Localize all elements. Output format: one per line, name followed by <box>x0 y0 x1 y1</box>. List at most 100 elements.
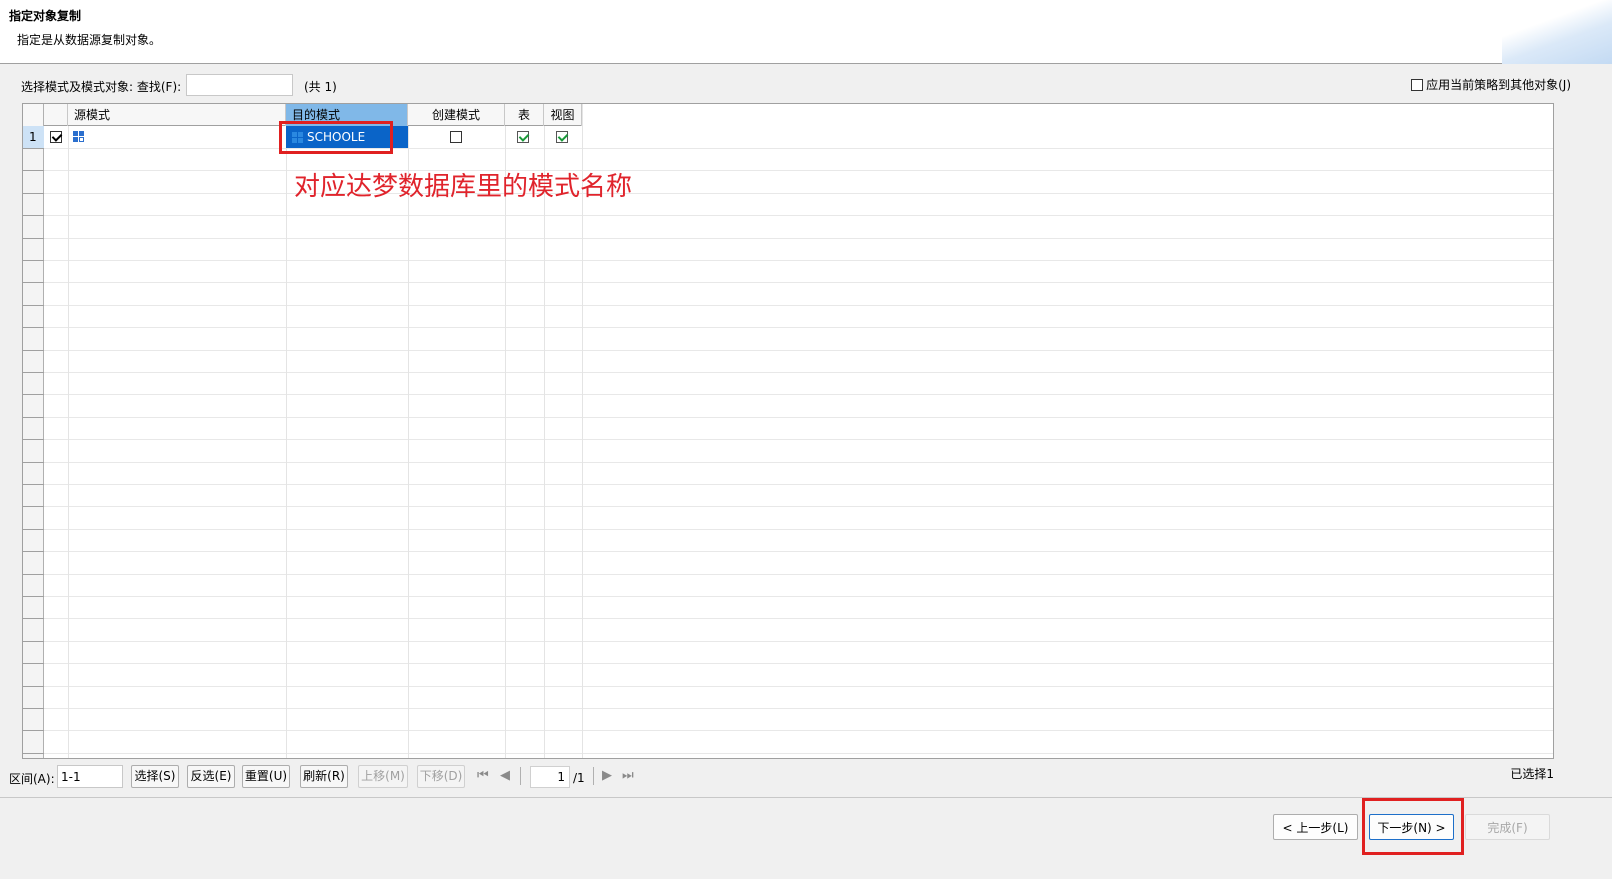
row-number-divider <box>23 484 44 485</box>
row-number-divider <box>23 439 44 440</box>
header-source-schema[interactable]: 源模式 <box>68 104 286 126</box>
invert-selection-button[interactable]: 反选(E) <box>187 765 235 788</box>
row-number-divider <box>23 551 44 552</box>
grid-row-line <box>23 663 1553 664</box>
selected-count: 已选择1 <box>1510 767 1554 781</box>
row-number-divider <box>23 529 44 530</box>
row-number-divider <box>23 372 44 373</box>
move-down-button[interactable]: 下移(D) <box>417 765 465 788</box>
row-number-divider <box>23 753 44 754</box>
grid-row-line <box>23 730 1553 731</box>
row-number-divider <box>23 260 44 261</box>
grid-row-line <box>23 238 1553 239</box>
row-number-divider <box>23 574 44 575</box>
filter-label: 选择模式及模式对象: 查找(F): <box>21 80 182 94</box>
grid-row-line <box>23 439 1553 440</box>
previous-step-button[interactable]: < 上一步(L) <box>1273 814 1358 840</box>
last-page-icon[interactable]: ⏭ <box>622 768 634 783</box>
grid-row-line <box>23 618 1553 619</box>
create-schema-checkbox[interactable] <box>450 131 462 143</box>
grid-row-line <box>23 506 1553 507</box>
grid-row-line <box>23 282 1553 283</box>
grid-row-line <box>23 417 1553 418</box>
row-number: 1 <box>23 126 44 148</box>
grid-row-line <box>23 574 1553 575</box>
page-number-input[interactable]: 1 <box>530 766 570 788</box>
grid-row-line <box>23 193 1553 194</box>
filter-row: 选择模式及模式对象: 查找(F): (共 1) 应用当前策略到其他对象(J) <box>21 74 1591 96</box>
grid-row-line <box>23 462 1553 463</box>
row-number-divider <box>23 305 44 306</box>
separator <box>520 767 521 785</box>
grid-row-line <box>23 350 1553 351</box>
row-select-checkbox[interactable] <box>50 131 62 143</box>
check-column-header <box>44 104 68 126</box>
row-number-divider <box>23 215 44 216</box>
header-decoration <box>1502 0 1612 64</box>
wizard-title: 指定对象复制 <box>9 9 82 23</box>
table-checkbox[interactable] <box>517 131 529 143</box>
grid-row-line <box>23 170 1553 171</box>
search-input[interactable] <box>186 74 293 96</box>
first-page-icon[interactable]: ⏮ <box>477 768 489 783</box>
grid-row-line <box>23 260 1553 261</box>
row-number-divider <box>23 170 44 171</box>
reset-button[interactable]: 重置(U) <box>242 765 290 788</box>
page-total: /1 <box>573 771 585 785</box>
range-input[interactable] <box>57 765 123 788</box>
header-create-schema[interactable]: 创建模式 <box>408 104 505 126</box>
grid-row-line <box>23 215 1553 216</box>
row-number-divider <box>23 506 44 507</box>
highlight-target-schema <box>279 121 393 154</box>
row-number-divider <box>23 350 44 351</box>
row-number-divider <box>23 462 44 463</box>
grid-row-line <box>23 641 1553 642</box>
grid-row-line <box>23 708 1553 709</box>
move-up-button[interactable]: 上移(M) <box>358 765 408 788</box>
apply-all-label: 应用当前策略到其他对象(J) <box>1426 78 1571 92</box>
select-button[interactable]: 选择(S) <box>131 765 179 788</box>
row-number-divider <box>23 730 44 731</box>
header-view[interactable]: 视图 <box>544 104 582 126</box>
grid-row-line <box>23 551 1553 552</box>
refresh-button[interactable]: 刷新(R) <box>300 765 348 788</box>
grid-row-line <box>23 753 1553 754</box>
separator <box>593 767 594 785</box>
apply-all-checkbox[interactable] <box>1411 78 1424 91</box>
row-number-divider <box>23 663 44 664</box>
grid-row-line <box>23 327 1553 328</box>
header-table[interactable]: 表 <box>505 104 544 126</box>
next-page-icon[interactable]: ▶ <box>602 768 612 783</box>
wizard-header: 指定对象复制 指定是从数据源复制对象。 <box>0 0 1612 64</box>
row-number-divider <box>23 327 44 328</box>
row-number-divider <box>23 618 44 619</box>
apply-all-option[interactable]: 应用当前策略到其他对象(J) <box>1411 76 1571 93</box>
grid-row-line <box>23 148 1553 149</box>
navigation-row: 区间(A): 选择(S) 反选(E) 重置(U) 刷新(R) 上移(M) 下移(… <box>9 765 1554 789</box>
annotation-text: 对应达梦数据库里的模式名称 <box>294 172 633 202</box>
grid-column-line <box>286 104 287 758</box>
row-number-column <box>23 104 44 758</box>
row-number-divider <box>23 148 44 149</box>
schema-grid: 源模式 目的模式 创建模式 表 视图 1 SCHOOLE <box>22 103 1554 759</box>
row-number-divider <box>23 193 44 194</box>
grid-row-line <box>23 305 1553 306</box>
grid-row-line <box>23 484 1553 485</box>
view-checkbox[interactable] <box>556 131 568 143</box>
row-number-divider <box>23 686 44 687</box>
grid-row-line <box>23 394 1553 395</box>
previous-page-icon[interactable]: ◀ <box>500 768 510 783</box>
table-row[interactable]: 1 SCHOOLE <box>23 126 1553 148</box>
row-number-divider <box>23 417 44 418</box>
row-number-divider <box>23 282 44 283</box>
row-number-divider <box>23 641 44 642</box>
range-label: 区间(A): <box>9 772 55 786</box>
row-number-divider <box>23 708 44 709</box>
finish-button[interactable]: 完成(F) <box>1465 814 1550 840</box>
grid-row-line <box>23 686 1553 687</box>
grid-row-line <box>23 372 1553 373</box>
grid-column-line <box>68 104 69 758</box>
highlight-next-button <box>1362 798 1464 855</box>
row-number-divider <box>23 394 44 395</box>
corner-header <box>23 104 44 126</box>
